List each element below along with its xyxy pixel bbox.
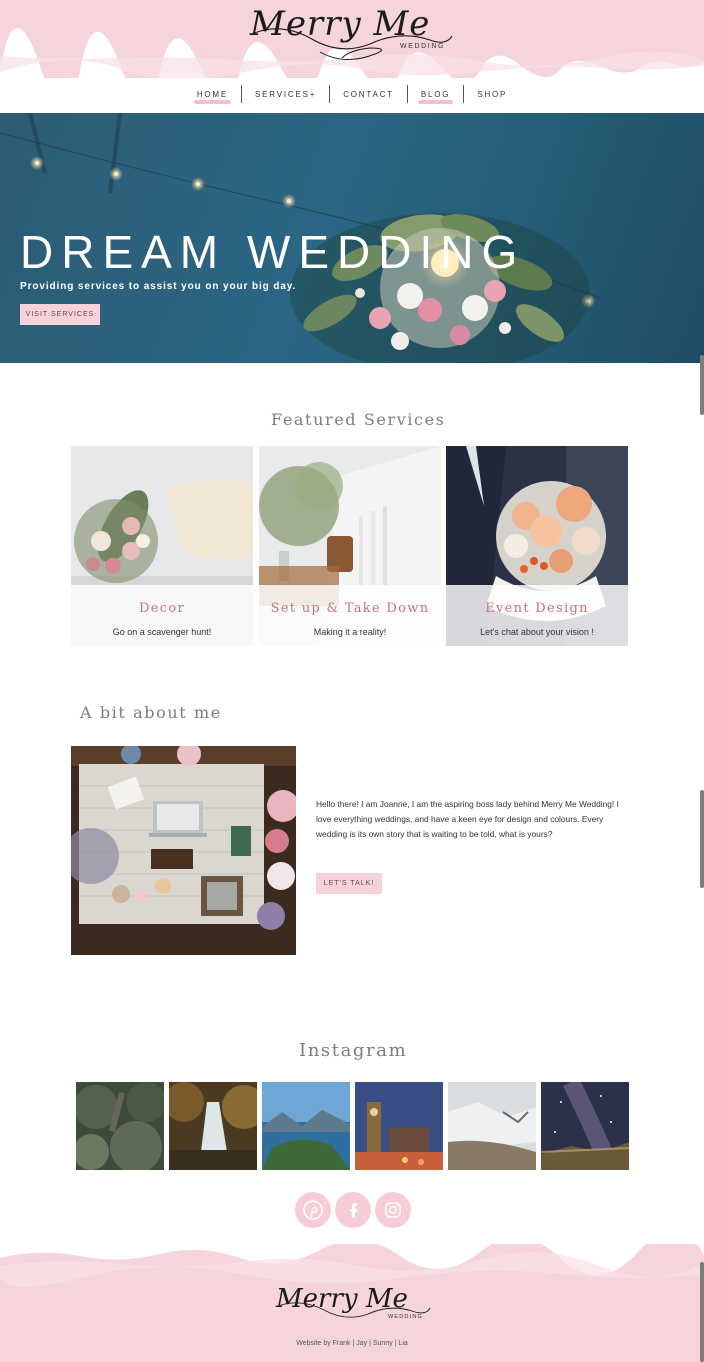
logo-flourish bbox=[251, 28, 453, 60]
featured-services-title: Featured Services bbox=[271, 410, 446, 429]
nav-item-contact[interactable]: CONTACT bbox=[330, 90, 407, 99]
featured-services-heading: Featured Services bbox=[265, 410, 452, 429]
main-nav: HOME SERVICES+ CONTACT BLOG SHOP bbox=[0, 84, 704, 104]
footer-logo-flourish bbox=[277, 1302, 431, 1318]
about-paragraph: Hello there! I am Joanne, I am the aspir… bbox=[316, 799, 619, 839]
nav-shop-label: SHOP bbox=[477, 89, 508, 99]
instagram-post-city[interactable] bbox=[355, 1082, 443, 1170]
instagram-post-waterfall[interactable] bbox=[169, 1082, 257, 1170]
lets-talk-button[interactable]: LET'S TALK! bbox=[316, 873, 382, 894]
instagram-title: Instagram bbox=[299, 1040, 408, 1061]
card-description: Go on a scavenger hunt! bbox=[112, 627, 212, 637]
footer-logo-subtext: WEDDING bbox=[388, 1314, 423, 1320]
instagram-link[interactable] bbox=[375, 1192, 411, 1228]
nav-blog-label: BLOG bbox=[420, 89, 451, 99]
nav-item-home[interactable]: HOME bbox=[184, 89, 241, 104]
pinterest-icon bbox=[303, 1200, 323, 1220]
card-description: Making it a reality! bbox=[313, 627, 387, 637]
nav-home-label: HOME bbox=[196, 89, 229, 99]
nav-item-shop[interactable]: SHOP bbox=[464, 90, 520, 99]
scrollbar-thumb[interactable] bbox=[700, 790, 704, 888]
facebook-link[interactable] bbox=[335, 1192, 371, 1228]
instagram-post-milky-way[interactable] bbox=[541, 1082, 629, 1170]
nav-active-highlight bbox=[417, 99, 454, 104]
nav-services-label: SERVICES+ bbox=[255, 89, 317, 99]
footer-credit: Website by Frank | Jay | Sunny | Lia bbox=[296, 1340, 408, 1347]
about-heading: A bit about me bbox=[74, 703, 228, 722]
card-title: Set up & Take Down bbox=[270, 601, 430, 616]
footer-logo[interactable]: Merry Me WEDDING bbox=[276, 1284, 432, 1328]
visit-services-button[interactable]: VISIT SERVICES bbox=[20, 304, 100, 325]
card-title: Decor bbox=[139, 601, 185, 616]
scrollbar-thumb[interactable] bbox=[700, 355, 704, 415]
instagram-heading: Instagram bbox=[293, 1040, 414, 1061]
site-logo[interactable]: Merry Me WEDDING bbox=[250, 4, 455, 66]
pinterest-link[interactable] bbox=[295, 1192, 331, 1228]
nav-item-blog[interactable]: BLOG bbox=[408, 89, 463, 104]
hero-title: DREAM WEDDING bbox=[20, 226, 526, 278]
about-desk-image bbox=[71, 746, 296, 955]
facebook-icon bbox=[350, 1203, 358, 1218]
card-title: Event Design bbox=[485, 601, 589, 616]
hero-banner: DREAM WEDDING Providing services to assi… bbox=[0, 113, 704, 363]
nav-active-highlight bbox=[193, 99, 232, 104]
instagram-post-lake[interactable] bbox=[262, 1082, 350, 1170]
about-title: A bit about me bbox=[80, 703, 222, 722]
service-card-decor[interactable]: Decor Go on a scavenger hunt! bbox=[71, 446, 253, 646]
nav-item-services[interactable]: SERVICES+ bbox=[242, 90, 329, 99]
logo-subtext: WEDDING bbox=[400, 43, 446, 50]
nav-contact-label: CONTACT bbox=[343, 89, 394, 99]
card-description: Let's chat about your vision ! bbox=[480, 627, 594, 637]
service-card-setup[interactable]: Set up & Take Down Making it a reality! bbox=[259, 446, 441, 646]
scrollbar-thumb[interactable] bbox=[700, 1262, 704, 1362]
instagram-icon bbox=[385, 1202, 401, 1218]
service-card-event-design[interactable]: Event Design Let's chat about your visio… bbox=[446, 446, 628, 646]
instagram-post-glacier[interactable] bbox=[448, 1082, 536, 1170]
instagram-post-forest[interactable] bbox=[76, 1082, 164, 1170]
hero-subtitle: Providing services to assist you on your… bbox=[20, 281, 297, 292]
